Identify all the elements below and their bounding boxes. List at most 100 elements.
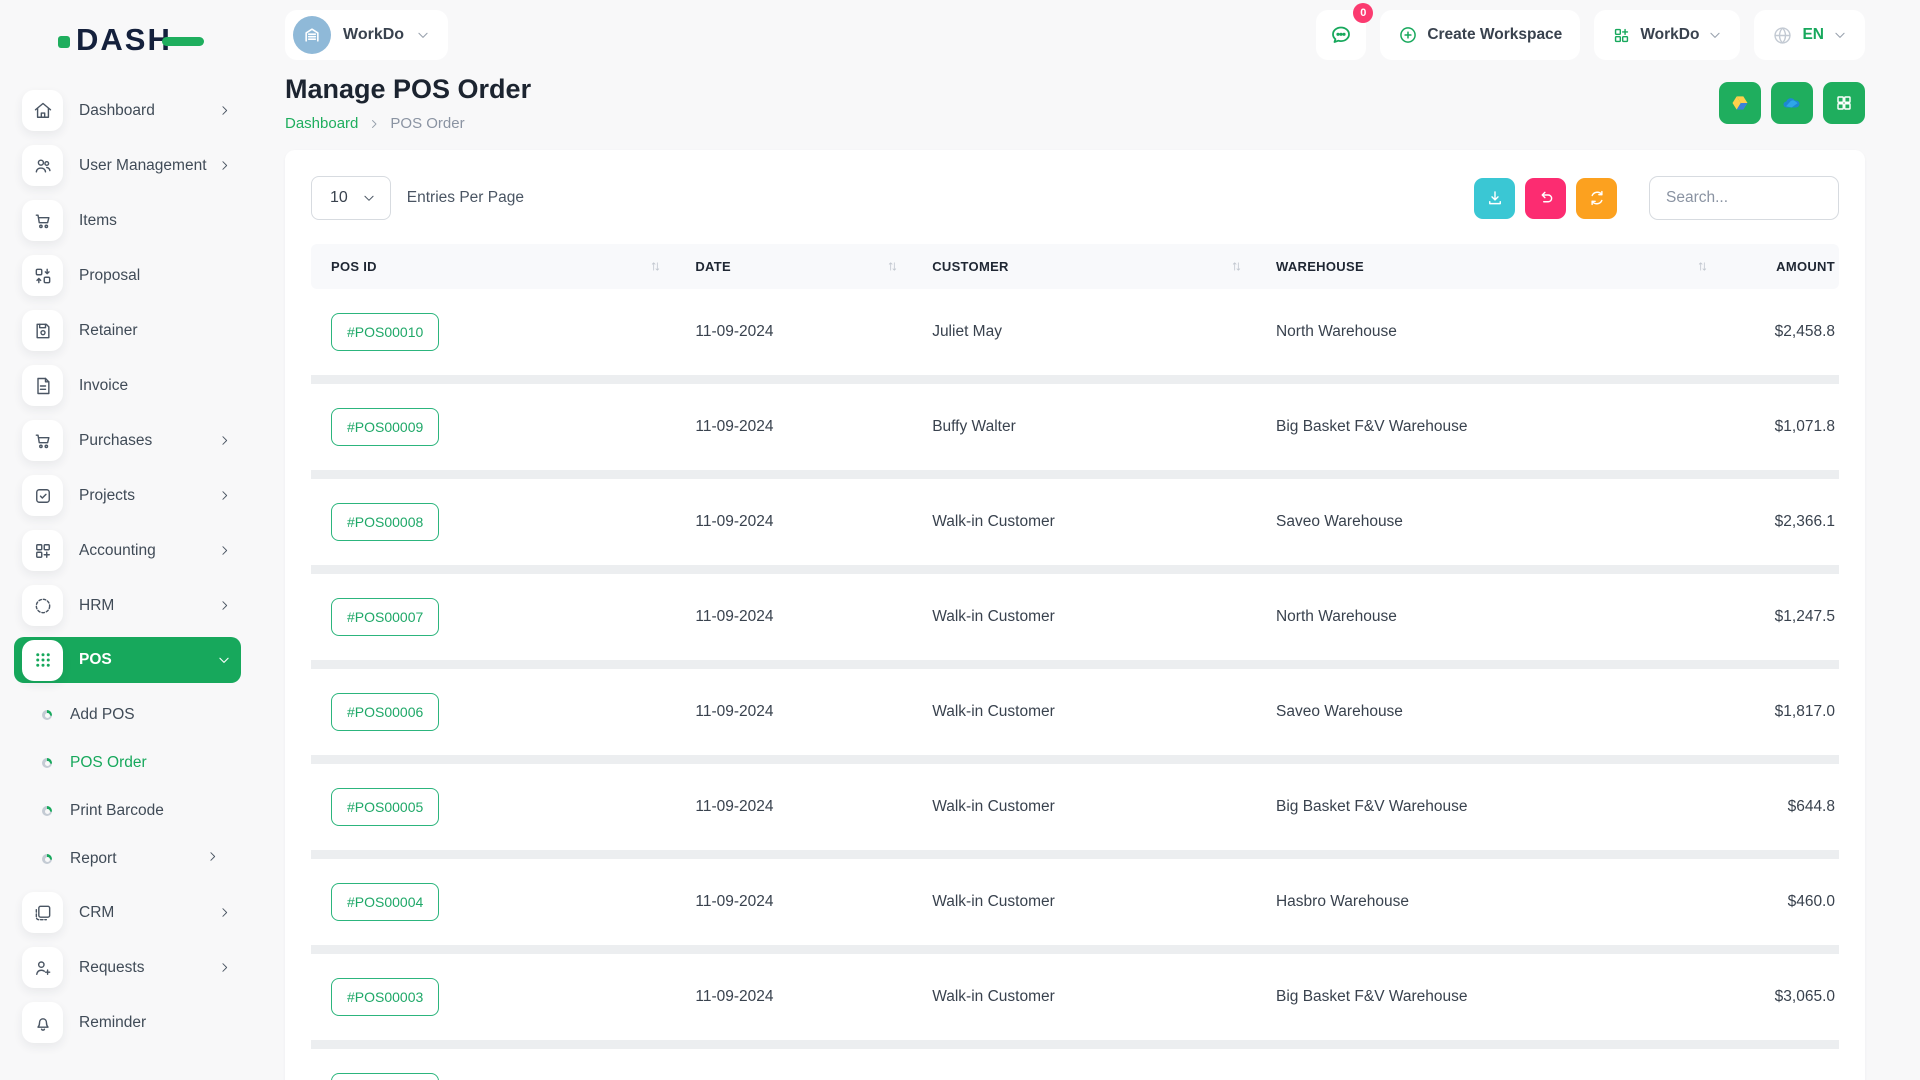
table-row: #POS00006 11-09-2024 Walk-in Customer Sa…: [311, 665, 1839, 760]
pos-id-badge[interactable]: #POS00007: [331, 598, 439, 636]
table-row: #POS00009 11-09-2024 Buffy Walter Big Ba…: [311, 380, 1839, 475]
pos-id-badge[interactable]: #POS00008: [331, 503, 439, 541]
grid-button[interactable]: [1823, 82, 1865, 124]
warehouse-cell: Big Basket F&V Warehouse: [1266, 950, 1732, 1045]
breadcrumb-dashboard-link[interactable]: Dashboard: [285, 115, 358, 132]
sidebar-item-pos[interactable]: POS: [14, 637, 241, 683]
chevron-down-icon: [362, 191, 376, 205]
chevron-right-icon: [217, 599, 231, 612]
column-header-customer[interactable]: CUSTOMER: [922, 244, 1266, 289]
sidebar-item-retainer[interactable]: Retainer: [14, 303, 241, 358]
pos-id-badge[interactable]: #POS00002: [331, 1073, 439, 1080]
check-square-icon: [22, 475, 63, 516]
warehouse-cell: Big Basket F&V Warehouse: [1266, 380, 1732, 475]
page-header: Manage POS Order Dashboard POS Order: [285, 60, 1865, 150]
amount-cell: $1,725.0: [1732, 1045, 1839, 1080]
pos-id-badge[interactable]: #POS00009: [331, 408, 439, 446]
page-title: Manage POS Order: [285, 74, 531, 105]
sidebar-item-dashboard[interactable]: Dashboard: [14, 83, 241, 138]
cart-icon: [22, 420, 63, 461]
date-cell: 11-09-2024: [685, 380, 922, 475]
dots-grid-icon: [22, 640, 63, 681]
refresh-button[interactable]: [1576, 178, 1617, 219]
bell-icon: [22, 1002, 63, 1043]
sidebar-item-print-barcode[interactable]: Print Barcode: [14, 787, 241, 835]
sidebar-item-projects[interactable]: Projects: [14, 468, 241, 523]
building-icon: [293, 16, 331, 54]
date-cell: 11-09-2024: [685, 950, 922, 1045]
sidebar-item-proposal[interactable]: Proposal: [14, 248, 241, 303]
sidebar-item-purchases[interactable]: Purchases: [14, 413, 241, 468]
customer-cell: Walk-in Customer: [922, 475, 1266, 570]
pos-id-badge[interactable]: #POS00005: [331, 788, 439, 826]
sidebar-item-items[interactable]: Items: [14, 193, 241, 248]
search-input[interactable]: [1649, 176, 1839, 220]
sidebar-item-label: Projects: [79, 487, 217, 505]
amount-cell: $1,071.8: [1732, 380, 1839, 475]
column-header-warehouse[interactable]: WAREHOUSE: [1266, 244, 1732, 289]
sidebar: DASH Dashboard User Management: [0, 0, 255, 1080]
amount-cell: $1,247.5: [1732, 570, 1839, 665]
warehouse-cell: North Warehouse: [1266, 289, 1732, 380]
warehouse-cell: North Warehouse: [1266, 570, 1732, 665]
sidebar-item-label: POS: [79, 651, 217, 669]
customer-cell: Walk-in Customer: [922, 665, 1266, 760]
sidebar-item-crm[interactable]: CRM: [14, 885, 241, 940]
create-workspace-button[interactable]: Create Workspace: [1380, 10, 1580, 60]
table-row: #POS00002 11-09-2024 Walk-in Customer No…: [311, 1045, 1839, 1080]
pos-id-badge[interactable]: #POS00006: [331, 693, 439, 731]
entries-per-page-select[interactable]: 10: [311, 176, 391, 220]
top-right-controls: 0 Create Workspace WorkDo EN: [1316, 10, 1865, 60]
language-label: EN: [1802, 26, 1824, 44]
date-cell: 11-09-2024: [685, 1045, 922, 1080]
sidebar-item-reminder[interactable]: Reminder: [14, 995, 241, 1050]
main-area: WorkDo 0 Create Workspace WorkDo: [255, 0, 1920, 1080]
sidebar-item-requests[interactable]: Requests: [14, 940, 241, 995]
column-header-date[interactable]: DATE: [685, 244, 922, 289]
date-cell: 11-09-2024: [685, 665, 922, 760]
submenu-item-label: Report: [70, 850, 206, 868]
undo-button[interactable]: [1525, 178, 1566, 219]
chevron-right-icon: [217, 104, 231, 117]
users-icon: [22, 145, 63, 186]
language-selector[interactable]: EN: [1754, 10, 1865, 60]
sidebar-item-invoice[interactable]: Invoice: [14, 358, 241, 413]
pos-id-badge[interactable]: #POS00004: [331, 883, 439, 921]
brand-logo[interactable]: DASH: [0, 18, 255, 69]
customer-cell: Walk-in Customer: [922, 950, 1266, 1045]
column-header-pos-id[interactable]: POS ID: [311, 244, 685, 289]
sidebar-item-label: HRM: [79, 597, 217, 615]
submenu-item-label: Add POS: [70, 706, 241, 724]
column-header-amount[interactable]: AMOUNT: [1732, 244, 1839, 289]
app-root: DASH Dashboard User Management: [0, 0, 1920, 1080]
sidebar-item-label: Retainer: [79, 322, 231, 340]
chevron-right-icon: [217, 159, 231, 172]
messages-button[interactable]: 0: [1316, 10, 1366, 60]
table-row: #POS00003 11-09-2024 Walk-in Customer Bi…: [311, 950, 1839, 1045]
sidebar-item-pos-order[interactable]: POS Order: [14, 739, 241, 787]
workdo-menu-button[interactable]: WorkDo: [1594, 10, 1740, 60]
sidebar-item-hrm[interactable]: HRM: [14, 578, 241, 633]
chevron-down-icon: [1708, 28, 1722, 42]
top-bar: WorkDo 0 Create Workspace WorkDo: [285, 0, 1865, 60]
warehouse-cell: Saveo Warehouse: [1266, 475, 1732, 570]
date-cell: 11-09-2024: [685, 855, 922, 950]
plus-circle-icon: [1398, 25, 1418, 45]
onedrive-button[interactable]: [1771, 82, 1813, 124]
sort-icon: [650, 261, 661, 272]
sidebar-item-user-management[interactable]: User Management: [14, 138, 241, 193]
workspace-selector[interactable]: WorkDo: [285, 10, 448, 60]
warehouse-cell: Big Basket F&V Warehouse: [1266, 760, 1732, 855]
sidebar-item-report[interactable]: Report: [14, 835, 241, 883]
pos-id-badge[interactable]: #POS00003: [331, 978, 439, 1016]
google-drive-button[interactable]: [1719, 82, 1761, 124]
pos-id-badge[interactable]: #POS00010: [331, 313, 439, 351]
sidebar-item-accounting[interactable]: Accounting: [14, 523, 241, 578]
bullet-icon: [42, 758, 52, 768]
sidebar-item-add-pos[interactable]: Add POS: [14, 691, 241, 739]
focus-person-icon: [22, 585, 63, 626]
date-cell: 11-09-2024: [685, 475, 922, 570]
save-icon: [22, 310, 63, 351]
download-button[interactable]: [1474, 178, 1515, 219]
bullet-icon: [42, 854, 52, 864]
